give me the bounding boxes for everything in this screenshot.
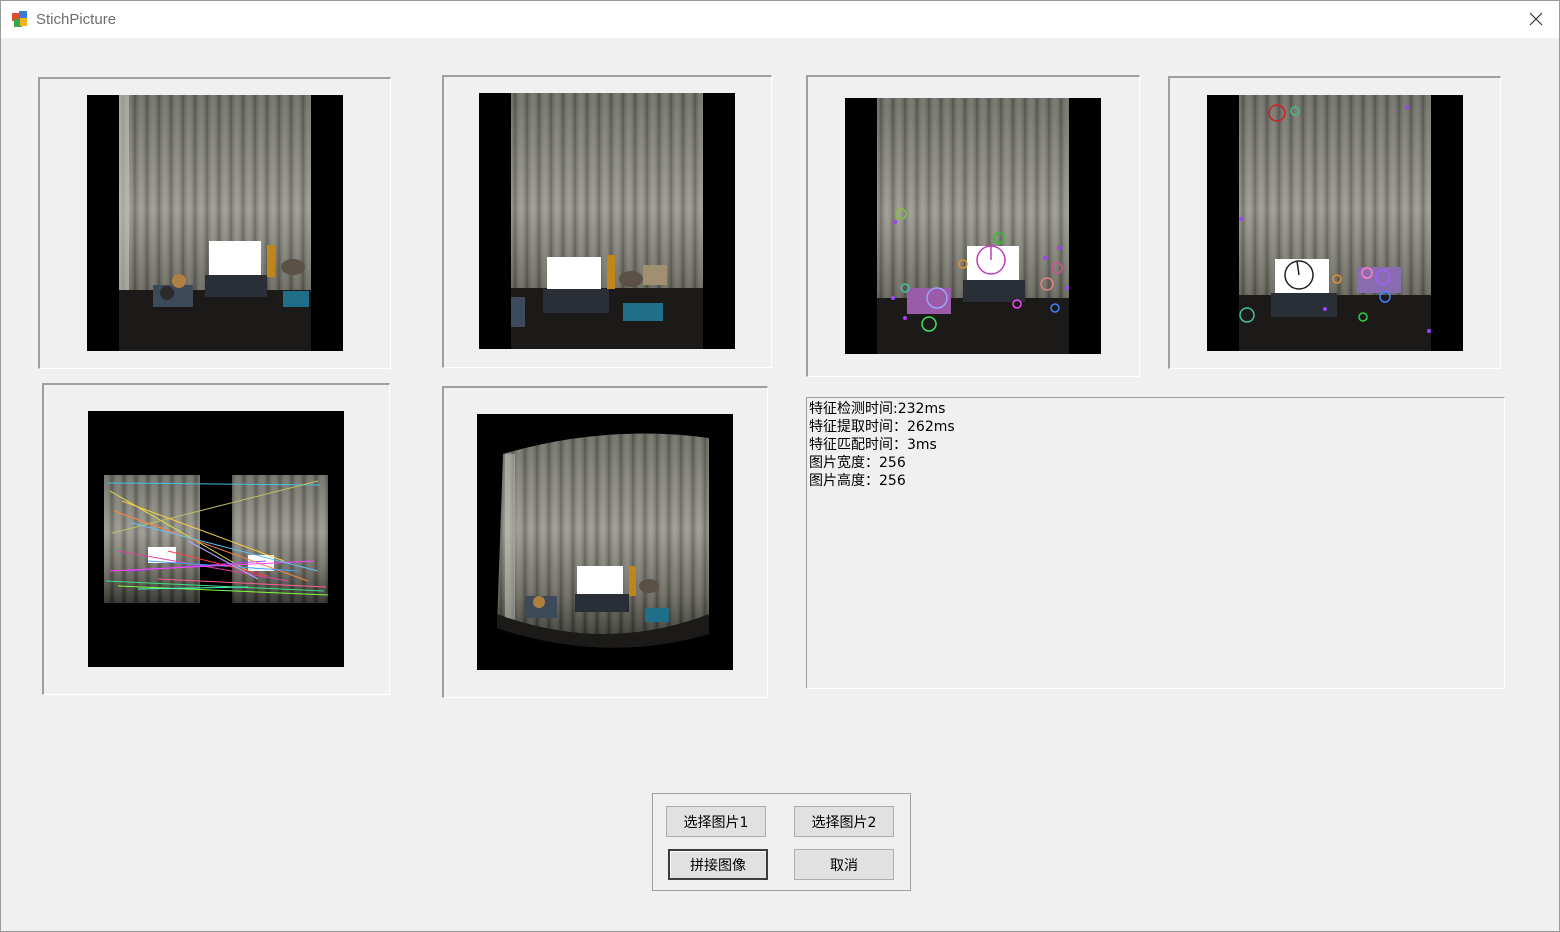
select-image-2-button[interactable]: 选择图片2 <box>794 806 894 837</box>
image-panel-5 <box>42 383 390 695</box>
keypoints-image-1 <box>845 98 1101 354</box>
source-image-2 <box>479 93 735 349</box>
stitched-image <box>477 414 733 670</box>
title-bar[interactable]: StichPicture <box>1 1 1559 38</box>
window-title: StichPicture <box>36 11 117 28</box>
app-icon <box>11 10 29 28</box>
image-panel-1 <box>38 77 391 369</box>
stitch-button[interactable]: 拼接图像 <box>668 849 768 880</box>
image-width: 图片宽度：256 <box>809 455 906 471</box>
feature-match-time: 特征匹配时间：3ms <box>809 437 937 453</box>
close-icon <box>1529 12 1543 26</box>
keypoints-image-2 <box>1207 95 1463 351</box>
image-panel-3 <box>806 75 1140 377</box>
feature-extract-time: 特征提取时间：262ms <box>809 419 955 435</box>
image-panel-4 <box>1168 76 1501 369</box>
cancel-button[interactable]: 取消 <box>794 849 894 880</box>
info-text-box[interactable]: 特征检测时间:232ms 特征提取时间：262ms 特征匹配时间：3ms 图片宽… <box>806 397 1505 689</box>
main-window: StichPicture 特征检测时间:232ms 特征提取时间：262ms 特… <box>0 0 1560 932</box>
image-height: 图片高度：256 <box>809 473 906 489</box>
image-panel-2 <box>442 75 772 368</box>
close-button[interactable] <box>1513 1 1559 38</box>
source-image-1 <box>87 95 343 351</box>
matches-image <box>88 411 344 667</box>
button-group: 选择图片1 选择图片2 拼接图像 取消 <box>652 793 911 891</box>
feature-detect-time: 特征检测时间:232ms <box>809 401 946 417</box>
select-image-1-button[interactable]: 选择图片1 <box>666 806 766 837</box>
image-panel-6 <box>442 386 768 698</box>
